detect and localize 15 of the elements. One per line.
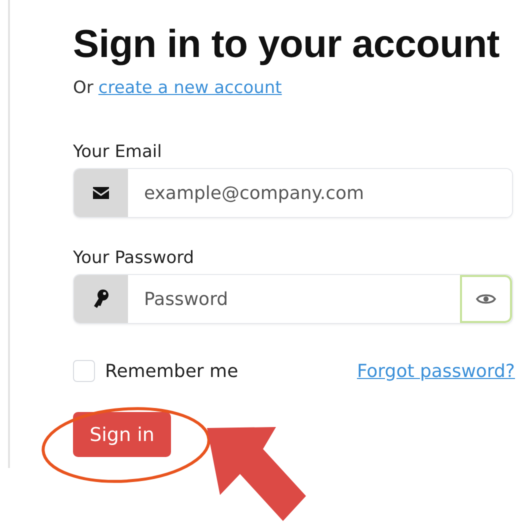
envelope-icon <box>92 186 110 200</box>
remember-checkbox[interactable] <box>73 360 95 382</box>
email-field[interactable]: example@company.com <box>73 168 513 218</box>
remember-label: Remember me <box>105 360 238 382</box>
forgot-password-link[interactable]: Forgot password? <box>356 360 515 382</box>
field-label: Your Password <box>73 248 194 268</box>
show-password-button[interactable] <box>460 275 512 323</box>
field-label: Your Email <box>73 142 162 162</box>
page-title: Sign in to your account <box>73 22 500 68</box>
create-account-link[interactable]: create a new account <box>98 78 282 98</box>
key-icon <box>93 289 109 309</box>
password-field[interactable]: Password <box>73 274 513 324</box>
sign-in-button[interactable]: Sign in <box>73 412 171 457</box>
eye-icon <box>476 293 496 305</box>
subtitle-text: Or <box>73 78 94 98</box>
